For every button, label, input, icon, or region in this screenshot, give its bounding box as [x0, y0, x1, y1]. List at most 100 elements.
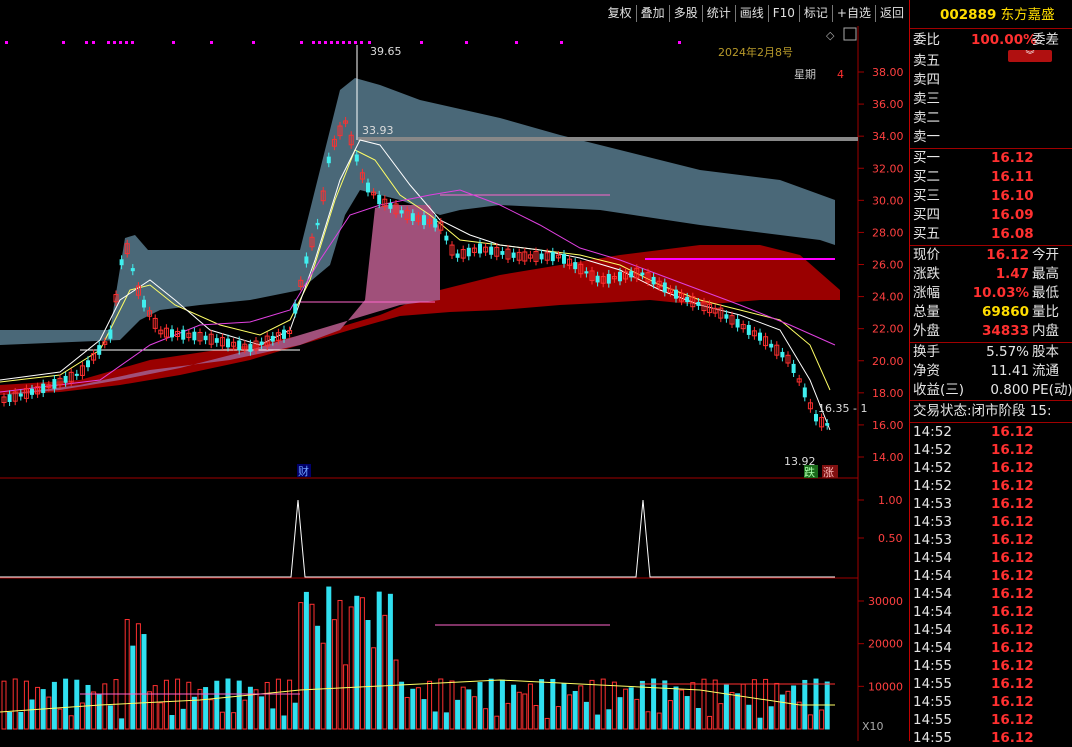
indicator-line: [0, 499, 835, 578]
tick-price: 16.12: [991, 460, 1034, 476]
kline-chart[interactable]: 38.00 36.00 34.00 32.00 30.00 28.00 26.00 24.00…: [0, 0, 908, 741]
volume-bar: [488, 678, 494, 730]
toolbar-button-4[interactable]: 画线: [734, 5, 768, 22]
diamond-icon: ◇: [826, 29, 835, 42]
window-toggle-icon[interactable]: [843, 27, 857, 41]
collapse-button[interactable]: ︾: [1008, 50, 1052, 62]
volume-bar: [449, 680, 455, 730]
candle-body: [354, 154, 359, 162]
candle-body: [814, 414, 818, 422]
sell-row[interactable]: 卖三: [913, 90, 940, 109]
volume-tick-label: 20000: [868, 638, 903, 651]
chart-area[interactable]: 38.00 36.00 34.00 32.00 30.00 28.00 26.00 24.00…: [0, 0, 908, 741]
volume-bar: [18, 711, 24, 730]
signal-dot: [85, 41, 88, 44]
tick-time: 14:54: [913, 640, 952, 656]
sell-level-label: 卖四: [913, 72, 940, 88]
sell-row[interactable]: 卖五: [913, 52, 940, 71]
candle-body: [511, 252, 516, 258]
candle-body: [52, 378, 57, 389]
candle-body: [248, 343, 253, 352]
tick-row: 14:54 16.12: [913, 585, 1034, 603]
sell-row[interactable]: 卖二: [913, 109, 940, 128]
volume-bar: [315, 625, 321, 730]
buy-row[interactable]: 买一 16.12: [913, 149, 1034, 168]
volume-bar: [483, 708, 489, 730]
candle-body: [562, 253, 566, 264]
toolbar-button-2[interactable]: 多股: [668, 5, 702, 22]
volume-bar: [331, 619, 337, 730]
signal-dot: [368, 41, 371, 44]
toolbar-button-7[interactable]: +自选: [831, 5, 875, 22]
volume-bar: [617, 697, 623, 730]
volume-bar: [639, 680, 645, 730]
toolbar-button-5[interactable]: F10: [767, 5, 799, 22]
quote-value: 34833: [982, 323, 1029, 339]
signal-dot: [678, 41, 681, 44]
volume-bar: [79, 702, 85, 730]
weibi-label: 委比: [913, 32, 940, 48]
sell-row[interactable]: 卖四: [913, 71, 940, 90]
chart-toolbar: 复权 叠加 多股 统计 画线 F10 标记 +自选 返回: [604, 5, 908, 22]
candle-body: [825, 423, 830, 426]
date-label: 2024年2月8号: [718, 45, 793, 59]
buy-level-label: 买二: [913, 169, 940, 185]
volume-bar: [522, 693, 528, 730]
toolbar-button-0[interactable]: 复权: [604, 5, 636, 22]
indicator-axis: 1.00 0.50: [858, 494, 903, 545]
toolbar-button-1[interactable]: 叠加: [635, 5, 669, 22]
quote-label-2: 量比: [1032, 304, 1059, 320]
signal-dot: [92, 41, 95, 44]
candle-body: [550, 251, 555, 262]
buy-row[interactable]: 买二 16.11: [913, 168, 1034, 187]
volume-bar: [555, 706, 561, 730]
stock-name: 东方嘉盛: [1000, 7, 1055, 23]
buy-row[interactable]: 买三 16.10: [913, 187, 1034, 206]
buy-row[interactable]: 买五 16.08: [913, 225, 1034, 244]
sell-row[interactable]: 卖一: [913, 128, 940, 147]
volume-bar: [298, 602, 304, 730]
candle-body: [758, 332, 762, 341]
candle-body: [478, 243, 482, 254]
candle-body: [500, 251, 505, 255]
tick-row: 14:52 16.12: [913, 477, 1034, 495]
tick-row: 14:54 16.12: [913, 567, 1034, 585]
toolbar-button-8[interactable]: 返回: [874, 5, 908, 22]
volume-bar: [550, 678, 556, 730]
price-tick-label: 34.00: [872, 130, 904, 143]
tick-row: 14:54 16.12: [913, 603, 1034, 621]
volume-bar: [208, 699, 214, 730]
candle-body: [293, 303, 298, 314]
volume-bar: [583, 701, 589, 730]
trade-status: 交易状态:闭市阶段 15:: [913, 403, 1052, 419]
toolbar-button-6[interactable]: 标记: [798, 5, 832, 22]
quote-label: 现价: [913, 247, 940, 263]
volume-bar: [757, 717, 763, 730]
tick-row: 14:53 16.12: [913, 495, 1034, 513]
tick-row: 14:54 16.12: [913, 621, 1034, 639]
toolbar-button-3[interactable]: 统计: [701, 5, 735, 22]
volume-bar: [751, 679, 757, 730]
volume-bar: [169, 715, 175, 730]
volume-bar: [186, 681, 192, 730]
volume-bar: [135, 623, 141, 730]
volume-bar: [561, 683, 567, 730]
price-tick-label: 20.00: [872, 355, 904, 368]
candle-body: [214, 338, 219, 343]
volume-bar: [735, 693, 741, 730]
volume-tick-label: 30000: [868, 595, 903, 608]
volume-bar: [231, 712, 237, 730]
price-tick-label: 14.00: [872, 451, 904, 464]
volume-bar: [499, 679, 505, 730]
buy-level-label: 买五: [913, 226, 940, 242]
volume-bar: [600, 678, 606, 730]
tick-time: 14:55: [913, 694, 952, 710]
volume-bar: [779, 694, 785, 730]
buy-row[interactable]: 买四 16.09: [913, 206, 1034, 225]
signal-dot: [348, 41, 351, 44]
volume-bar: [225, 678, 231, 730]
signal-dot: [252, 41, 255, 44]
volume-bar: [376, 591, 382, 730]
weekday-value: 4: [837, 68, 844, 81]
tick-price: 16.12: [991, 730, 1034, 746]
